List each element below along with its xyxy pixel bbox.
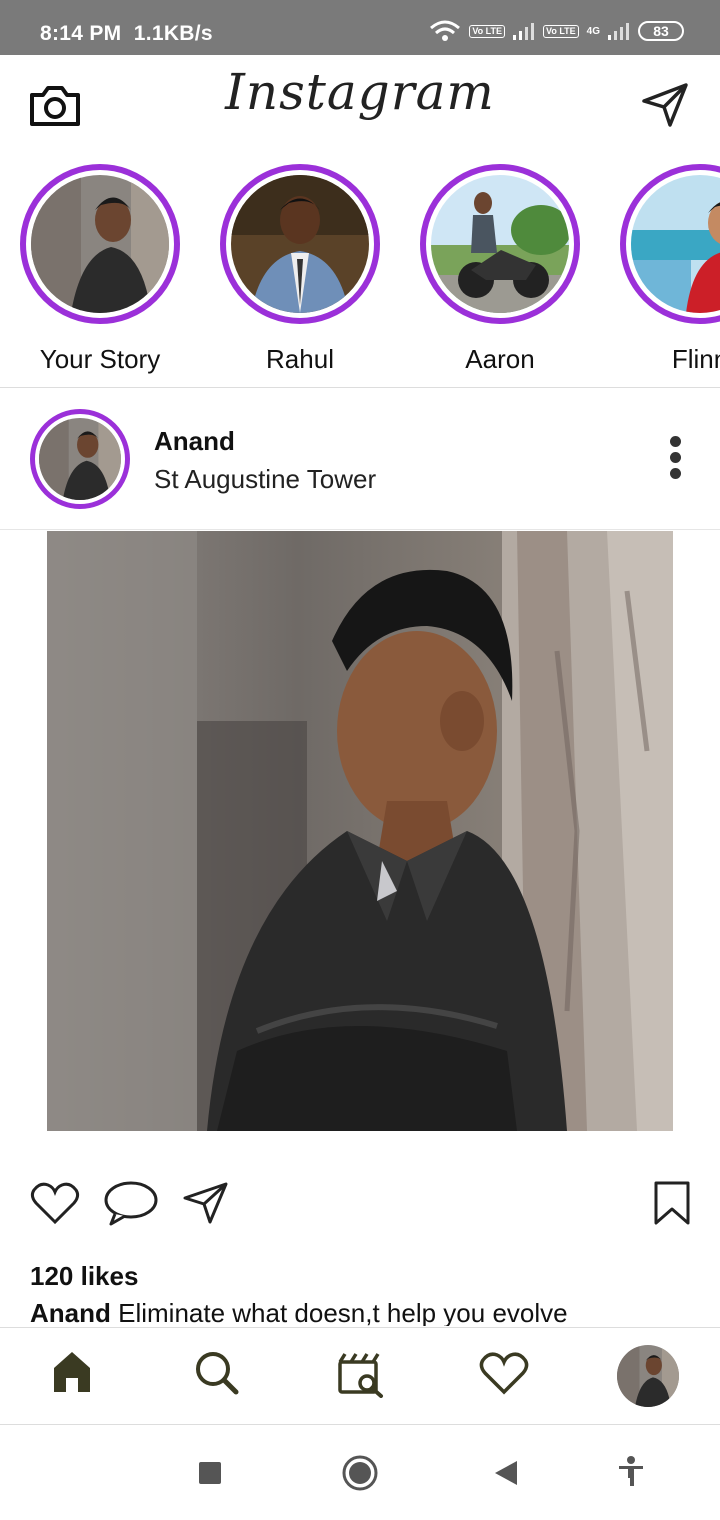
app-header: Instagram — [0, 55, 720, 160]
save-button[interactable] — [652, 1180, 692, 1231]
story-flinn[interactable]: Flinn — [610, 164, 720, 375]
caption-username[interactable]: Anand — [30, 1298, 111, 1326]
network-type: 4G — [586, 25, 600, 37]
recents-button[interactable] — [198, 1461, 222, 1490]
home-icon — [54, 1352, 90, 1392]
bookmark-icon — [654, 1181, 690, 1225]
status-icons: Vo LTE Vo LTE 4G 83 — [429, 20, 684, 42]
home-button[interactable] — [341, 1454, 379, 1497]
post-username[interactable]: Anand — [154, 426, 235, 457]
dot-icon — [669, 468, 681, 479]
system-navigation — [0, 1425, 720, 1520]
story-ring — [220, 164, 380, 324]
story-name: Flinn — [671, 344, 720, 374]
nav-search[interactable] — [194, 1350, 240, 1401]
comment-icon — [104, 1181, 158, 1226]
back-triangle-icon — [495, 1461, 517, 1485]
story-name: Your Story — [39, 344, 161, 374]
story-rahul[interactable]: Rahul — [210, 164, 390, 375]
caption-text: Eliminate what doesn,t help you evolve — [110, 1298, 568, 1326]
nav-profile[interactable] — [617, 1345, 679, 1407]
circle-icon — [342, 1455, 378, 1491]
stories-tray: Your Story Rahul Aaron Flin — [0, 160, 720, 388]
heart-icon — [30, 1182, 80, 1225]
story-ring — [420, 164, 580, 324]
post-actions — [0, 1170, 720, 1240]
signal-icon — [512, 23, 534, 40]
reels-icon — [338, 1353, 383, 1398]
more-options-button[interactable] — [660, 433, 690, 485]
post-header: Anand St Augustine Tower — [0, 388, 720, 530]
status-bar: 8:14 PM 1.1KB/s Vo LTE Vo LTE 4G 83 — [0, 0, 720, 55]
story-ring — [20, 164, 180, 324]
story-name: Aaron — [465, 344, 535, 374]
post-image[interactable] — [47, 531, 673, 1131]
share-button[interactable] — [182, 1180, 230, 1231]
comment-button[interactable] — [103, 1180, 159, 1231]
avatar — [39, 418, 121, 500]
story-name: Rahul — [266, 344, 334, 374]
dot-icon — [669, 436, 681, 447]
story-your-story[interactable]: Your Story — [10, 164, 190, 375]
avatar — [31, 175, 169, 313]
like-button[interactable] — [30, 1180, 80, 1231]
back-button[interactable] — [493, 1459, 519, 1492]
wifi-icon — [430, 20, 461, 41]
avatar — [231, 175, 369, 313]
post-avatar-ring[interactable] — [30, 409, 130, 509]
avatar — [631, 175, 720, 313]
nav-reels[interactable] — [337, 1350, 385, 1403]
volte-badge-2: Vo LTE — [542, 24, 579, 38]
avatar — [431, 175, 569, 313]
nav-home[interactable] — [52, 1350, 92, 1399]
paper-plane-icon — [642, 83, 688, 127]
profile-avatar — [617, 1345, 679, 1407]
heart-icon — [479, 1352, 529, 1395]
status-time: 8:14 PM 1.1KB/s — [40, 22, 213, 45]
nav-activity[interactable] — [478, 1350, 530, 1401]
direct-message-button[interactable] — [640, 81, 690, 129]
dot-icon — [669, 452, 681, 463]
instagram-logo: Instagram — [225, 63, 495, 121]
post-location[interactable]: St Augustine Tower — [154, 464, 376, 495]
post-caption: Anand Eliminate what doesn,t help you ev… — [30, 1298, 710, 1326]
story-ring — [620, 164, 720, 324]
likes-count[interactable]: 120 likes — [30, 1261, 138, 1292]
volte-badge: Vo LTE — [469, 24, 505, 38]
bottom-navigation — [0, 1327, 720, 1425]
accessibility-icon — [619, 1456, 643, 1486]
battery-indicator: 83 — [638, 21, 684, 41]
square-icon — [199, 1462, 221, 1484]
accessibility-button[interactable] — [617, 1456, 645, 1493]
search-icon — [196, 1352, 239, 1395]
paper-plane-icon — [183, 1182, 228, 1224]
signal-icon-2 — [608, 23, 629, 40]
story-aaron[interactable]: Aaron — [410, 164, 590, 375]
